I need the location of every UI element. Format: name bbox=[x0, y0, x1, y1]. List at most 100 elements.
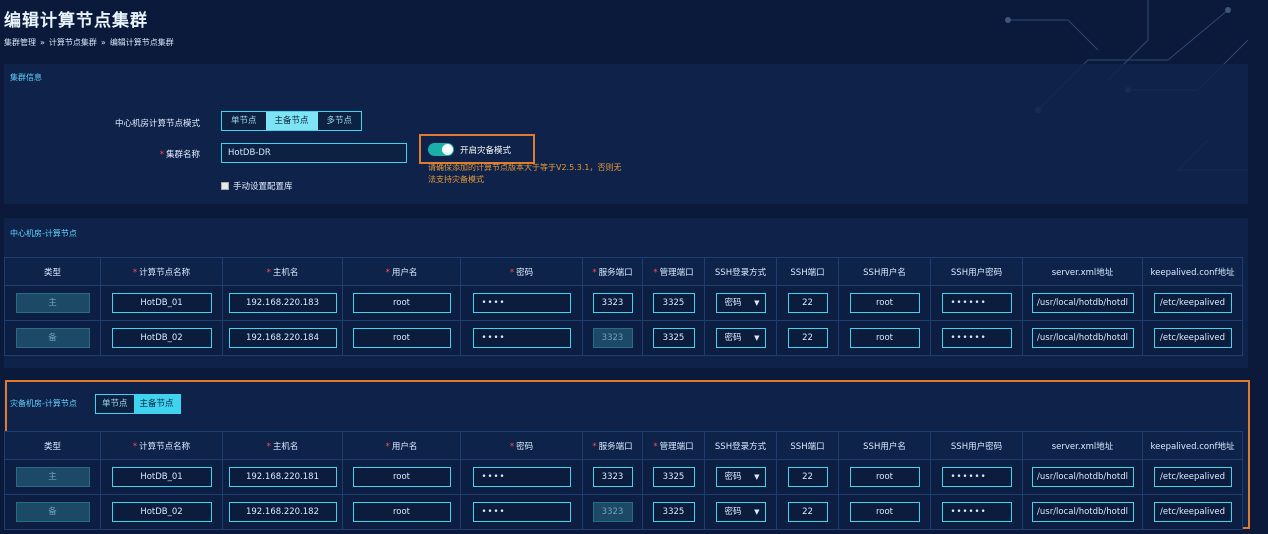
column-header-hostname: * 主机名 bbox=[222, 431, 343, 460]
keepalived-conf-path-input[interactable]: /etc/keepalived bbox=[1153, 328, 1232, 348]
username-input[interactable]: root bbox=[352, 328, 451, 348]
column-header-label: 计算节点名称 bbox=[139, 267, 191, 278]
password-input[interactable]: •••• bbox=[472, 328, 571, 348]
select-value: 密码 bbox=[724, 472, 742, 482]
service-port-input[interactable]: 3323 bbox=[592, 467, 633, 487]
breadcrumb-cluster-management[interactable]: 集群管理 bbox=[4, 37, 36, 48]
required-marker: * bbox=[132, 441, 138, 452]
page-title: 编辑计算节点集群 bbox=[4, 11, 148, 31]
manage-port-input[interactable]: 3325 bbox=[652, 467, 695, 487]
dr-mode-option-single[interactable]: 单节点 bbox=[96, 395, 134, 413]
type-input: 主 bbox=[15, 293, 90, 313]
ssh-login-mode-select[interactable]: 密码 ▼ bbox=[715, 293, 766, 313]
cluster-name-input[interactable]: HotDB-DR bbox=[221, 143, 407, 163]
hostname-input[interactable]: 192.168.220.184 bbox=[228, 328, 337, 348]
mode-option-multi[interactable]: 多节点 bbox=[317, 112, 362, 130]
node-name-input[interactable]: HotDB_02 bbox=[111, 328, 212, 348]
hostname-input[interactable]: 192.168.220.182 bbox=[228, 502, 337, 522]
server-xml-path-input[interactable]: /usr/local/hotdb/hotdl bbox=[1031, 502, 1134, 522]
dr-nodes-title: 灾备机房-计算节点 bbox=[10, 399, 77, 408]
column-header-service-port: * 服务端口 bbox=[582, 257, 643, 286]
required-marker: * bbox=[592, 441, 597, 452]
ssh-login-mode-select[interactable]: 密码 ▼ bbox=[715, 502, 766, 522]
required-marker: * bbox=[509, 441, 515, 452]
password-input[interactable]: •••• bbox=[472, 502, 571, 522]
table-cell: 主 bbox=[4, 285, 101, 321]
dr-mode-label: 开启灾备模式 bbox=[460, 145, 512, 156]
manage-port-input[interactable]: 3325 bbox=[652, 328, 695, 348]
server-xml-path-input[interactable]: /usr/local/hotdb/hotdl bbox=[1031, 328, 1134, 348]
manage-port-input[interactable]: 3325 bbox=[652, 502, 695, 522]
ssh-port-input[interactable]: 22 bbox=[787, 502, 828, 522]
password-input[interactable]: •••• bbox=[472, 293, 571, 313]
ssh-port-input[interactable]: 22 bbox=[787, 328, 828, 348]
table-cell: 3323 bbox=[582, 494, 643, 530]
column-header-service-port: * 服务端口 bbox=[582, 431, 643, 460]
table-cell: root bbox=[838, 494, 931, 530]
dr-mode-option-master-slave[interactable]: 主备节点 bbox=[133, 395, 180, 413]
column-header-password: * 密码 bbox=[460, 431, 583, 460]
table-cell: •••• bbox=[460, 320, 583, 356]
column-header-label: SSH端口 bbox=[790, 267, 825, 278]
keepalived-conf-path-input[interactable]: /etc/keepalived bbox=[1153, 502, 1232, 522]
service-port-input[interactable]: 3323 bbox=[592, 293, 633, 313]
manual-config-checkbox[interactable]: 手动设置配置库 bbox=[221, 180, 293, 192]
column-header-ssh-port: SSH端口 bbox=[776, 257, 839, 286]
node-name-input[interactable]: HotDB_02 bbox=[111, 502, 212, 522]
service-port-input: 3323 bbox=[592, 502, 633, 522]
ssh-port-input[interactable]: 22 bbox=[787, 293, 828, 313]
mode-option-single[interactable]: 单节点 bbox=[222, 112, 266, 130]
ssh-password-input[interactable]: •••••• bbox=[941, 293, 1012, 313]
ssh-username-input[interactable]: root bbox=[849, 328, 920, 348]
ssh-username-input[interactable]: root bbox=[849, 502, 920, 522]
breadcrumb-current: 编辑计算节点集群 bbox=[109, 38, 174, 47]
ssh-password-input[interactable]: •••••• bbox=[941, 467, 1012, 487]
keepalived-conf-path-input[interactable]: /etc/keepalived bbox=[1153, 467, 1232, 487]
table-cell: 密码 ▼ bbox=[704, 320, 777, 356]
column-header-label: keepalived.conf地址 bbox=[1150, 267, 1235, 278]
table-cell: HotDB_02 bbox=[100, 320, 223, 356]
breadcrumb-compute-cluster[interactable]: 计算节点集群 bbox=[49, 37, 97, 48]
select-value: 密码 bbox=[724, 507, 742, 517]
table-cell: 22 bbox=[776, 320, 839, 356]
ssh-password-input[interactable]: •••••• bbox=[941, 328, 1012, 348]
service-port-input: 3323 bbox=[592, 328, 633, 348]
column-header-node-name: * 计算节点名称 bbox=[100, 257, 223, 286]
server-xml-path-input[interactable]: /usr/local/hotdb/hotdl bbox=[1031, 293, 1134, 313]
ssh-username-input[interactable]: root bbox=[849, 467, 920, 487]
table-cell: •••• bbox=[460, 459, 583, 495]
dr-mode-toggle[interactable] bbox=[428, 143, 454, 156]
keepalived-conf-path-input[interactable]: /etc/keepalived bbox=[1153, 293, 1232, 313]
table-row: 主 HotDB_01 192.168.220.183 root •••• 3323 3325… bbox=[4, 285, 1243, 321]
node-name-input[interactable]: HotDB_01 bbox=[111, 293, 212, 313]
required-marker: * bbox=[385, 441, 390, 452]
column-header-ssh-password: SSH用户密码 bbox=[930, 257, 1023, 286]
username-input[interactable]: root bbox=[352, 502, 451, 522]
node-name-input[interactable]: HotDB_01 bbox=[111, 467, 212, 487]
checkbox-box[interactable] bbox=[221, 182, 229, 190]
table-cell: •••••• bbox=[930, 494, 1023, 530]
chevron-down-icon: ▼ bbox=[754, 334, 760, 342]
column-header-label: 类型 bbox=[43, 441, 61, 452]
ssh-password-input[interactable]: •••••• bbox=[941, 502, 1012, 522]
ssh-port-input[interactable]: 22 bbox=[787, 467, 828, 487]
ssh-login-mode-select[interactable]: 密码 ▼ bbox=[715, 328, 766, 348]
ssh-login-mode-select[interactable]: 密码 ▼ bbox=[715, 467, 766, 487]
hostname-input[interactable]: 192.168.220.183 bbox=[228, 293, 337, 313]
table-cell: root bbox=[838, 459, 931, 495]
table-cell: 192.168.220.183 bbox=[222, 285, 343, 321]
chevron-down-icon: ▼ bbox=[754, 473, 760, 481]
username-input[interactable]: root bbox=[352, 467, 451, 487]
ssh-username-input[interactable]: root bbox=[849, 293, 920, 313]
server-xml-path-input[interactable]: /usr/local/hotdb/hotdl bbox=[1031, 467, 1134, 487]
type-input: 主 bbox=[15, 467, 90, 487]
username-input[interactable]: root bbox=[352, 293, 451, 313]
hostname-input[interactable]: 192.168.220.181 bbox=[228, 467, 337, 487]
table-cell: 22 bbox=[776, 459, 839, 495]
mode-option-master-slave[interactable]: 主备节点 bbox=[265, 112, 318, 130]
manage-port-input[interactable]: 3325 bbox=[652, 293, 695, 313]
column-header-keepalived-conf-path: keepalived.conf地址 bbox=[1142, 431, 1243, 460]
password-input[interactable]: •••• bbox=[472, 467, 571, 487]
column-header-hostname: * 主机名 bbox=[222, 257, 343, 286]
table-cell: /etc/keepalived bbox=[1142, 459, 1243, 495]
